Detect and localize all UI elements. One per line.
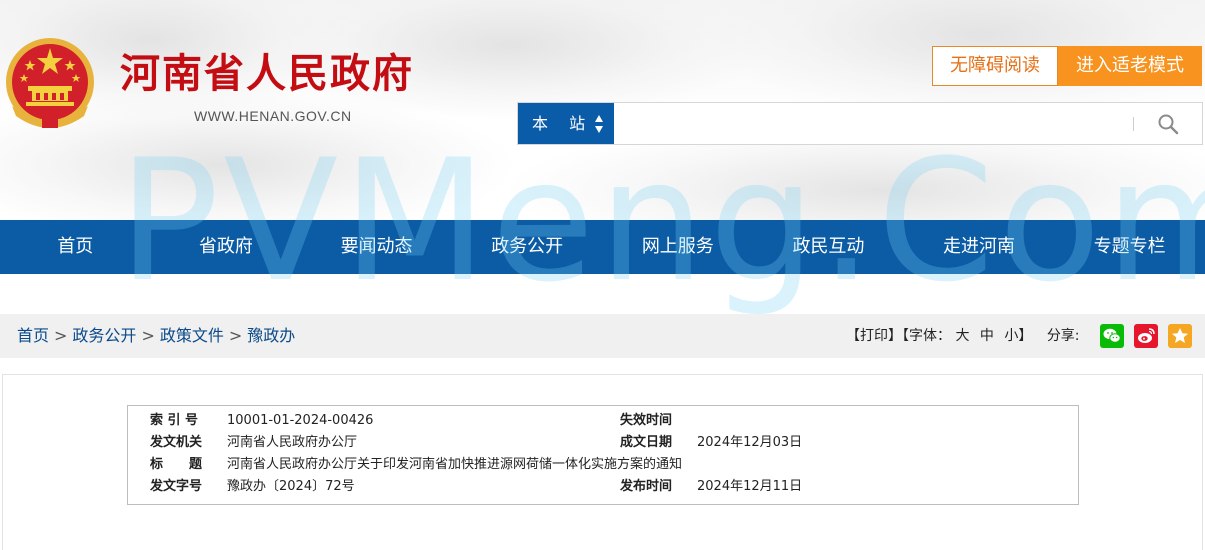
breadcrumb-government-affairs[interactable]: 政务公开	[72, 326, 136, 345]
issuing-agency-value: 河南省人民政府办公厅	[227, 435, 358, 450]
nav-item-news[interactable]: 要闻动态	[301, 220, 452, 274]
nav-item-home[interactable]: 首页	[0, 220, 151, 274]
font-size-suffix: 】	[1018, 328, 1033, 344]
search-input[interactable]	[614, 103, 1134, 144]
accessibility-reading-button[interactable]: 无障碍阅读	[932, 46, 1058, 86]
nav-item-special-topics[interactable]: 专题专栏	[1054, 220, 1205, 274]
site-title: 河南省人民政府	[120, 50, 414, 97]
wechat-icon[interactable]	[1100, 324, 1124, 348]
index-number-value: 10001-01-2024-00426	[227, 413, 374, 428]
breadcrumb-yuzhengban[interactable]: 豫政办	[247, 326, 295, 345]
page-tools: 【打印】【字体： 大 中 小】 分享:	[846, 314, 1080, 358]
expiry-time-key: 失效时间	[620, 413, 673, 428]
document-number-key: 发文字号	[150, 479, 203, 494]
favorite-star-icon[interactable]	[1168, 324, 1192, 348]
publish-time-value: 2024年12月11日	[697, 479, 803, 494]
document-title-key: 标 题	[150, 457, 203, 472]
nav-item-government-affairs[interactable]: 政务公开	[452, 220, 603, 274]
page: 河南省人民政府 WWW.HENAN.GOV.CN 无障碍阅读 进入适老模式 本 …	[0, 0, 1205, 550]
search-divider	[1133, 117, 1134, 131]
search-icon[interactable]	[1156, 112, 1180, 136]
document-info-table: 索 引 号 10001-01-2024-00426 失效时间 发文机关 河南省人…	[127, 405, 1079, 505]
main-nav: 首页 省政府 要闻动态 政务公开 网上服务 政民互动 走进河南 专题专栏	[0, 220, 1205, 274]
breadcrumb-bar: 首页 > 政务公开 > 政策文件 > 豫政办 【打印】【字体： 大 中 小】 分享:	[0, 314, 1205, 358]
breadcrumb-policy-documents[interactable]: 政策文件	[160, 326, 224, 345]
written-date-key: 成文日期	[620, 435, 673, 450]
nav-item-public-interaction[interactable]: 政民互动	[753, 220, 904, 274]
sort-arrows-icon	[595, 115, 603, 133]
site-url: WWW.HENAN.GOV.CN	[194, 108, 352, 124]
nav-item-provincial-government[interactable]: 省政府	[151, 220, 302, 274]
print-button[interactable]: 【打印】	[846, 328, 902, 344]
search-bar: 本 站	[517, 102, 1203, 145]
font-size-prefix: 【字体：	[902, 328, 951, 344]
elder-mode-button[interactable]: 进入适老模式	[1058, 46, 1202, 86]
font-medium-button[interactable]: 中	[980, 328, 994, 344]
index-number-key: 索 引 号	[150, 413, 199, 428]
nav-item-about-henan[interactable]: 走进河南	[904, 220, 1055, 274]
info-row: 发文机关 河南省人民政府办公厅 成文日期 2024年12月03日	[128, 432, 1078, 454]
written-date-value: 2024年12月03日	[697, 435, 803, 450]
info-row: 索 引 号 10001-01-2024-00426 失效时间	[128, 410, 1078, 432]
font-large-button[interactable]: 大	[955, 328, 969, 344]
share-label: 分享:	[1046, 328, 1080, 344]
breadcrumb: 首页 > 政务公开 > 政策文件 > 豫政办	[17, 314, 295, 358]
search-scope-select[interactable]: 本 站	[518, 103, 614, 144]
nav-item-online-services[interactable]: 网上服务	[603, 220, 754, 274]
info-row: 标 题 河南省人民政府办公厅关于印发河南省加快推进源网荷储一体化实施方案的通知	[128, 454, 1078, 476]
document-title-value: 河南省人民政府办公厅关于印发河南省加快推进源网荷储一体化实施方案的通知	[227, 457, 683, 472]
breadcrumb-separator: >	[228, 326, 243, 345]
breadcrumb-home[interactable]: 首页	[17, 326, 49, 345]
breadcrumb-separator: >	[141, 326, 155, 345]
issuing-agency-key: 发文机关	[150, 435, 203, 450]
font-small-button[interactable]: 小	[1004, 328, 1018, 344]
publish-time-key: 发布时间	[620, 479, 673, 494]
weibo-icon[interactable]	[1134, 324, 1158, 348]
national-emblem-icon	[6, 38, 94, 128]
document-number-value: 豫政办〔2024〕72号	[227, 479, 355, 494]
search-scope-label: 本 站	[532, 114, 594, 133]
breadcrumb-separator: >	[54, 326, 68, 345]
info-row: 发文字号 豫政办〔2024〕72号 发布时间 2024年12月11日	[128, 476, 1078, 498]
